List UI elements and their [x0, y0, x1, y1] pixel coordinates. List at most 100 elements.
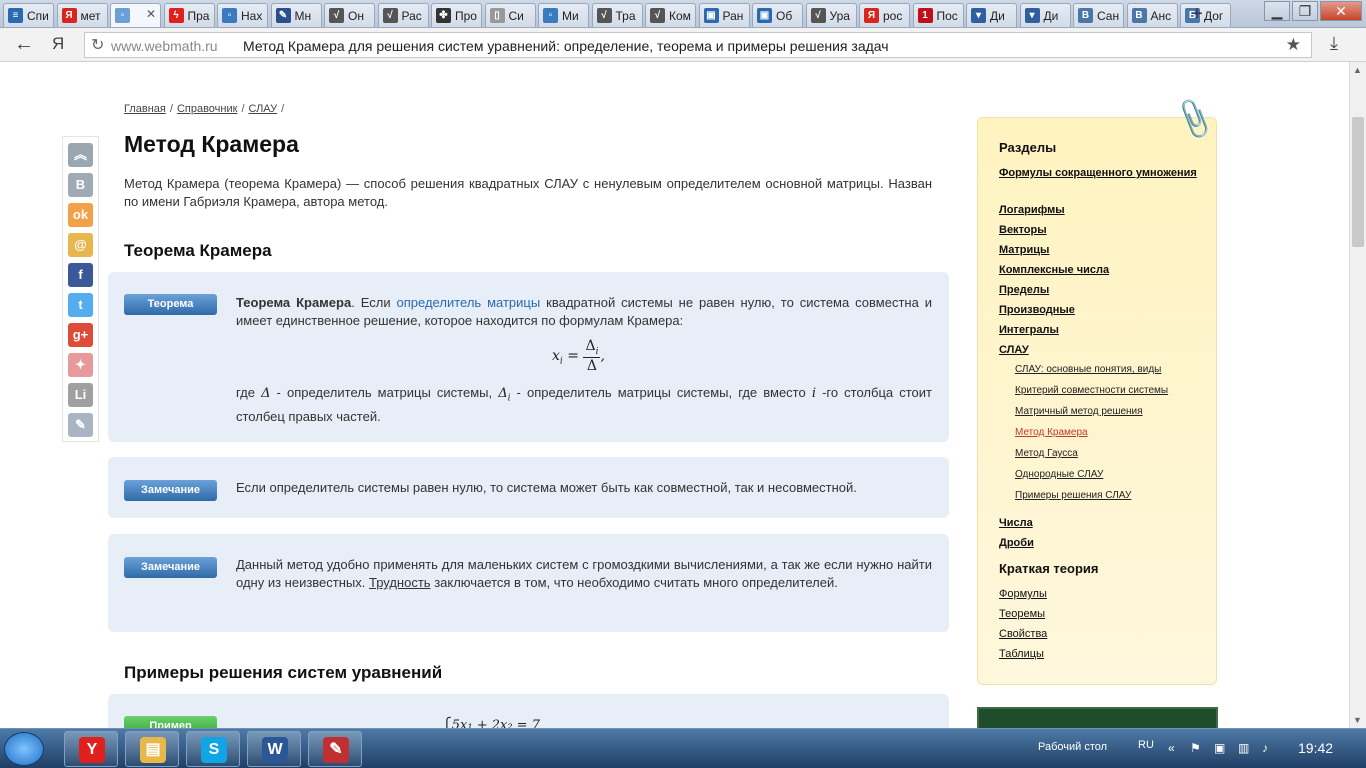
clip-icon[interactable]: ✎ — [68, 413, 93, 437]
sidebar-theory-properties[interactable]: Свойства — [999, 628, 1047, 640]
minimize-button[interactable]: ▁ — [1264, 1, 1290, 21]
browser-tab[interactable]: √ Он — [324, 3, 375, 27]
vertical-scrollbar[interactable]: ▲ ▼ — [1349, 62, 1366, 728]
sidebar-item-complex[interactable]: Комплексные числа — [999, 262, 1199, 279]
bookmark-star-icon[interactable]: ★ — [1286, 35, 1301, 55]
tray-expand-icon[interactable]: « — [1168, 741, 1175, 755]
tray-network-icon[interactable]: ▥ — [1238, 741, 1249, 755]
browser-tab[interactable]: √ Рас — [377, 3, 429, 27]
tab-favicon-icon: ✤ — [436, 8, 451, 23]
sidebar-item-limits[interactable]: Пределы — [999, 282, 1199, 299]
desktop-label[interactable]: Рабочий стол — [1038, 741, 1107, 753]
browser-tab[interactable]: ▾ Ди — [966, 3, 1017, 27]
sidebar-item-logarithms[interactable]: Логарифмы — [999, 202, 1199, 219]
app-icon: Y — [79, 737, 105, 763]
tab-label: Ура — [829, 9, 850, 23]
sidebar-subitem-examples[interactable]: Примеры решения СЛАУ — [1015, 490, 1131, 501]
new-tab-button[interactable]: + — [1186, 4, 1208, 26]
browser-tab[interactable]: ▫ Ми — [538, 3, 589, 27]
browser-tab[interactable]: ▫ ✕ — [110, 3, 161, 27]
facebook-icon[interactable]: f — [68, 263, 93, 287]
browser-tab[interactable]: Ямет — [56, 3, 108, 27]
scroll-down-icon[interactable]: ▼ — [1353, 715, 1362, 725]
sidebar-item-integrals[interactable]: Интегралы — [999, 322, 1199, 339]
sidebar-item-numbers[interactable]: Числа — [999, 515, 1199, 532]
googleplus-icon[interactable]: g+ — [68, 323, 93, 347]
sidebar-item-vectors[interactable]: Векторы — [999, 222, 1199, 239]
browser-tab[interactable]: ϟ Пра — [163, 3, 215, 27]
browser-tab[interactable]: ≡ Спи — [3, 3, 54, 27]
breadcrumb-slau[interactable]: СЛАУ — [249, 103, 278, 115]
sidebar-item-slau[interactable]: СЛАУ — [999, 342, 1199, 359]
sidebar-item-fractions[interactable]: Дроби — [999, 535, 1199, 552]
person-icon[interactable]: ✦ — [68, 353, 93, 377]
scrollbar-thumb[interactable] — [1352, 117, 1364, 247]
sidebar-subitem-basics[interactable]: СЛАУ: основные понятия, виды — [1015, 364, 1161, 375]
sidebar-item-matrices[interactable]: Матрицы — [999, 242, 1199, 259]
tab-favicon-icon: ▣ — [757, 8, 772, 23]
browser-tab[interactable]: ✎ Мн — [270, 3, 322, 27]
sidebar-subitem-criterion[interactable]: Критерий совместности системы — [1015, 385, 1168, 396]
tab-label: Ди — [990, 9, 1005, 23]
scroll-top-icon[interactable]: ︽ — [68, 143, 93, 167]
determinant-link[interactable]: определитель матрицы — [397, 295, 541, 310]
yandex-button[interactable]: Я — [52, 34, 64, 54]
paint-task[interactable]: ✎ — [308, 731, 362, 767]
sidebar-item-derivatives[interactable]: Производные — [999, 302, 1199, 319]
browser-tab[interactable]: ▫ Нах — [217, 3, 268, 27]
sidebar-subitem-cramer[interactable]: Метод Крамера — [1015, 427, 1088, 438]
browser-tab[interactable]: B Анс — [1126, 3, 1178, 27]
language-indicator[interactable]: RU — [1138, 739, 1154, 751]
browser-tab[interactable]: B Сан — [1073, 3, 1124, 27]
close-tab-icon[interactable]: ✕ — [146, 7, 156, 21]
scroll-up-icon[interactable]: ▲ — [1353, 65, 1362, 75]
back-arrow-icon[interactable]: ← — [14, 33, 34, 56]
tray-device-icon[interactable]: ▣ — [1214, 741, 1225, 755]
skype-task[interactable]: S — [186, 731, 240, 767]
breadcrumb-reference[interactable]: Справочник — [177, 103, 238, 115]
word-task[interactable]: W — [247, 731, 301, 767]
tray-volume-icon[interactable]: ♪ — [1262, 741, 1268, 755]
close-window-button[interactable]: ✕ — [1320, 1, 1362, 21]
example-formula: ⎧5x₁ + 2x₂ = 7 — [442, 718, 540, 728]
sidebar-subitem-gauss[interactable]: Метод Гаусса — [1015, 448, 1078, 459]
sidebar-theory-formulas[interactable]: Формулы — [999, 588, 1047, 600]
tab-label: Ран — [722, 9, 744, 23]
sidebar-theory-tables[interactable]: Таблицы — [999, 648, 1044, 660]
browser-tab[interactable]: ▣ Ран — [698, 3, 750, 27]
browser-tab[interactable]: ✤ Про — [431, 3, 482, 27]
odnoklassniki-icon[interactable]: ok — [68, 203, 93, 227]
browser-tab[interactable]: √ Ком — [645, 3, 696, 27]
reload-icon[interactable]: ↻ — [91, 35, 104, 55]
browser-tab[interactable]: ▯ Си — [484, 3, 536, 27]
start-button[interactable] — [4, 732, 44, 766]
app-icon: ✎ — [323, 737, 349, 763]
sidebar-theory-theorems[interactable]: Теоремы — [999, 608, 1045, 620]
liveinternet-icon[interactable]: Li — [68, 383, 93, 407]
vk-icon[interactable]: В — [68, 173, 93, 197]
ad-banner[interactable] — [977, 707, 1218, 728]
browser-tab[interactable]: ▾ Ди — [1019, 3, 1071, 27]
tray-flag-icon[interactable]: ⚑ — [1190, 741, 1201, 755]
mailru-icon[interactable]: @ — [68, 233, 93, 257]
sidebar-subitem-matrix-method[interactable]: Матричный метод решения — [1015, 406, 1143, 417]
browser-tab[interactable]: √ Ура — [805, 3, 857, 27]
sidebar-subitem-homogeneous[interactable]: Однородные СЛАУ — [1015, 469, 1103, 480]
breadcrumb-home[interactable]: Главная — [124, 103, 166, 115]
url-field[interactable]: ↻ www.webmath.ru Метод Крамера для решен… — [84, 32, 1312, 58]
clock[interactable]: 19:42 — [1298, 740, 1333, 756]
browser-tab[interactable]: Ярос — [859, 3, 910, 27]
browser-tab[interactable]: √ Тра — [591, 3, 643, 27]
browser-tab[interactable]: ▣ Об — [752, 3, 803, 27]
browser-tab[interactable]: 1 Пос — [912, 3, 964, 27]
download-icon[interactable]: ⤓ — [1330, 33, 1338, 54]
difficulty-link[interactable]: Трудность — [369, 575, 431, 590]
twitter-icon[interactable]: t — [68, 293, 93, 317]
sidebar-item-formulas[interactable]: Формулы сокращенного умножения — [999, 165, 1199, 182]
app-icon: S — [201, 737, 227, 763]
explorer-task[interactable]: ▤ — [125, 731, 179, 767]
yandex-browser-task[interactable]: Y — [64, 731, 118, 767]
sidebar-heading: Разделы — [999, 140, 1057, 155]
tab-favicon-icon: ▫ — [115, 8, 130, 23]
restore-button[interactable]: ❐ — [1292, 1, 1318, 21]
